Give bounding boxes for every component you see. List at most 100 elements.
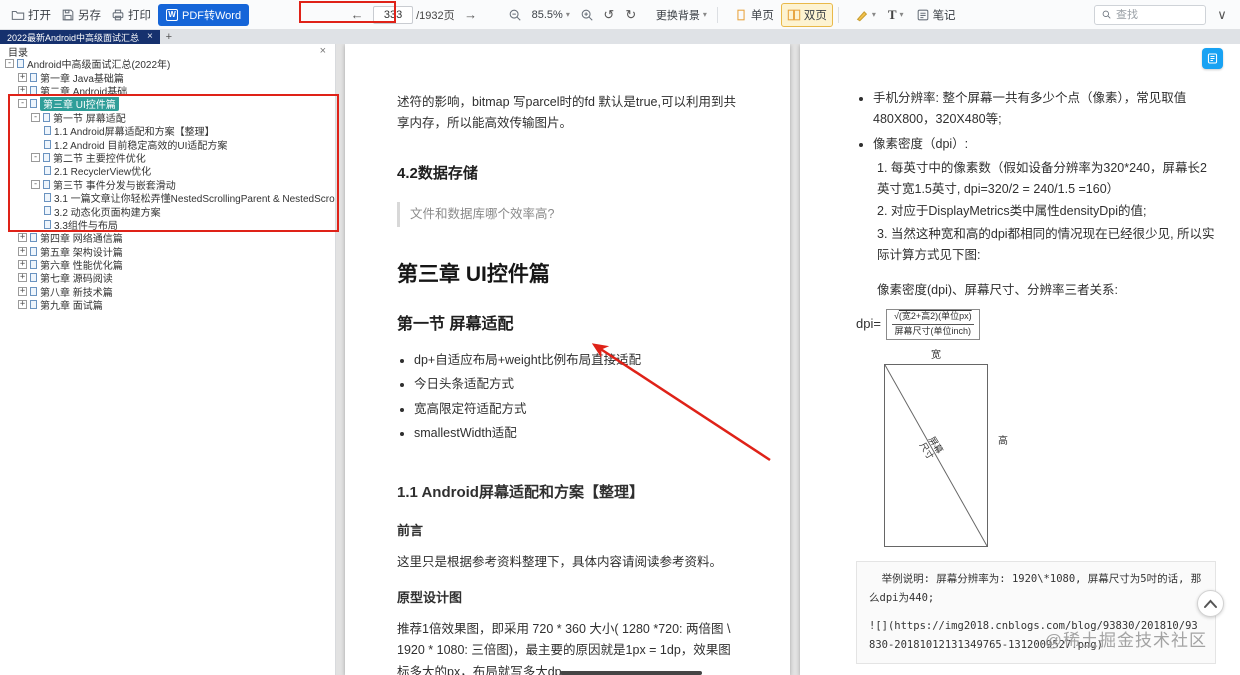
change-background-select[interactable]: 更换背景 ▾ bbox=[651, 5, 712, 25]
list-item: dp+自适应布局+weight比例布局直接适配 bbox=[414, 350, 738, 371]
document-icon bbox=[30, 247, 37, 256]
single-page-button[interactable]: 单页 bbox=[729, 4, 779, 26]
save-as-button[interactable]: 另存 bbox=[56, 4, 106, 26]
tree-toggle-icon[interactable]: - bbox=[31, 153, 40, 162]
toc-item[interactable]: + 第一章 Java基础篇 bbox=[0, 70, 335, 83]
toc-item[interactable]: - Android中高级面试汇总(2022年) bbox=[0, 57, 335, 70]
document-icon bbox=[30, 273, 37, 282]
toc-item[interactable]: 3.2 动态化页面构建方案 bbox=[0, 204, 335, 217]
toc-item[interactable]: + 第六章 性能优化篇 bbox=[0, 258, 335, 271]
document-viewport[interactable]: 述符的影响，bitmap 写parcel时的fd 默认是true,可以利用到共享… bbox=[336, 44, 1240, 675]
search-input[interactable] bbox=[1116, 9, 1199, 21]
tree-toggle-icon[interactable]: + bbox=[18, 300, 27, 309]
screen-diagram: 宽 屏幕尺寸 高 bbox=[884, 350, 1034, 547]
toc-item[interactable]: 2.1 RecyclerView优化 bbox=[0, 164, 335, 177]
open-button[interactable]: 打开 bbox=[6, 4, 56, 26]
toc-item[interactable]: - 第三章 UI控件篇 bbox=[0, 97, 335, 110]
page-number-input[interactable] bbox=[373, 6, 413, 24]
tree-toggle-icon[interactable]: + bbox=[18, 247, 27, 256]
sidebar-header: 目录 × bbox=[0, 44, 335, 57]
preface-heading: 前言 bbox=[397, 520, 738, 542]
toc-item[interactable]: + 第二章 Android基础 bbox=[0, 84, 335, 97]
print-button[interactable]: 打印 bbox=[106, 4, 156, 26]
text-tool-button[interactable]: T ▾ bbox=[883, 4, 909, 26]
next-page-button[interactable]: → bbox=[461, 4, 481, 26]
tree-toggle-icon[interactable]: + bbox=[18, 260, 27, 269]
chevron-up-icon bbox=[1203, 599, 1218, 609]
toc-item[interactable]: + 第九章 面试篇 bbox=[0, 298, 335, 311]
printer-icon bbox=[111, 8, 125, 22]
pdf-to-word-button[interactable]: W PDF转Word bbox=[158, 4, 249, 26]
toolbar-divider bbox=[838, 7, 839, 23]
list-item: smallestWidth适配 bbox=[414, 423, 738, 444]
document-icon bbox=[30, 86, 37, 95]
text-tool-icon: T bbox=[888, 7, 897, 23]
toc-item-label: 第三节 事件分发与嵌套滑动 bbox=[53, 178, 176, 191]
tree-toggle-icon[interactable]: + bbox=[18, 233, 27, 242]
toc-item[interactable]: - 第二节 主要控件优化 bbox=[0, 151, 335, 164]
formula-lhs: dpi= bbox=[856, 313, 881, 335]
floppy-icon bbox=[61, 8, 75, 22]
document-tab[interactable]: 2022最新Android中高级面试汇总 × bbox=[0, 30, 160, 44]
zoom-in-button[interactable] bbox=[577, 4, 597, 26]
change-background-label: 更换背景 bbox=[656, 7, 700, 23]
toc-item[interactable]: - 第三节 事件分发与嵌套滑动 bbox=[0, 178, 335, 191]
tree-toggle-icon[interactable]: - bbox=[31, 113, 40, 122]
toc-item[interactable]: + 第五章 架构设计篇 bbox=[0, 244, 335, 257]
page-mode-controls: 单页 双页 bbox=[729, 3, 833, 27]
double-page-label: 双页 bbox=[804, 7, 827, 23]
toc-item[interactable]: - 第一节 屏幕适配 bbox=[0, 111, 335, 124]
quote-block: 文件和数据库哪个效率高? bbox=[397, 202, 738, 227]
tree-toggle-icon[interactable]: + bbox=[18, 273, 27, 282]
new-tab-button[interactable]: + bbox=[160, 30, 178, 44]
zoom-out-icon bbox=[508, 8, 522, 22]
zoom-out-button[interactable] bbox=[505, 4, 525, 26]
toolbar-collapse-button[interactable]: ∨ bbox=[1212, 4, 1232, 26]
subsection-heading: 1.1 Android屏幕适配和方案【整理】 bbox=[397, 480, 738, 506]
search-box[interactable] bbox=[1094, 5, 1206, 25]
section-heading: 第一节 屏幕适配 bbox=[397, 311, 738, 338]
numbered-line: 1. 每英寸中的像素数（假如设备分辨率为320*240，屏幕长2英寸宽1.5英寸… bbox=[856, 158, 1216, 201]
search-icon bbox=[1101, 9, 1112, 20]
highlighter-tool-button[interactable]: ▾ bbox=[850, 5, 881, 25]
tree-toggle-icon[interactable]: - bbox=[18, 99, 27, 108]
double-page-button[interactable]: 双页 bbox=[781, 3, 833, 27]
scroll-to-top-button[interactable] bbox=[1197, 590, 1224, 617]
notes-fab[interactable] bbox=[1202, 48, 1223, 69]
undo-button[interactable]: ↺ bbox=[599, 4, 619, 26]
double-page-icon bbox=[787, 8, 801, 22]
prototype-heading: 原型设计图 bbox=[397, 587, 738, 609]
toc-item[interactable]: 1.1 Android屏幕适配和方案【整理】 bbox=[0, 124, 335, 137]
tree-toggle-icon[interactable]: + bbox=[18, 287, 27, 296]
toc-item[interactable]: + 第七章 源码阅读 bbox=[0, 271, 335, 284]
document-icon bbox=[30, 300, 37, 309]
tree-toggle-icon[interactable]: + bbox=[18, 86, 27, 95]
document-icon bbox=[44, 206, 51, 215]
tree-toggle-icon[interactable]: - bbox=[5, 59, 14, 68]
toc-item[interactable]: + 第八章 新技术篇 bbox=[0, 285, 335, 298]
prev-page-button[interactable]: ← bbox=[347, 4, 367, 26]
page-navigation: ← /1932页 → bbox=[347, 4, 481, 26]
toc-item[interactable]: 3.1 一篇文章让你轻松弄懂NestedScrollingParent & Ne… bbox=[0, 191, 335, 204]
toc-sidebar: 目录 × - Android中高级面试汇总(2022年) + 第一章 Java基… bbox=[0, 44, 336, 675]
zoom-level-select[interactable]: 85.5% ▾ bbox=[527, 7, 575, 23]
toc-item[interactable]: 1.2 Android 目前稳定高效的UI适配方案 bbox=[0, 137, 335, 150]
tree-toggle-icon[interactable]: - bbox=[31, 180, 40, 189]
tree-toggle-icon[interactable]: + bbox=[18, 73, 27, 82]
toc-item[interactable]: + 第四章 网络通信篇 bbox=[0, 231, 335, 244]
formula-fraction: √ (宽2+高2)(单位px) 屏幕尺寸(单位inch) bbox=[886, 309, 980, 339]
toc-item[interactable]: 3.3组件与布局 bbox=[0, 218, 335, 231]
zoom-controls: 85.5% ▾ ↺ ↻ bbox=[505, 4, 641, 26]
tab-close-icon[interactable]: × bbox=[147, 32, 153, 42]
sidebar-close-icon[interactable]: × bbox=[320, 46, 326, 57]
single-page-icon bbox=[734, 8, 748, 22]
relation-text: 像素密度(dpi)、屏幕尺寸、分辨率三者关系: bbox=[856, 280, 1216, 301]
toc-item-label: 第九章 面试篇 bbox=[40, 298, 103, 311]
screen-params-list: 手机分辨率: 整个屏幕一共有多少个点（像素），常见取值 480X800，320X… bbox=[873, 88, 1216, 155]
toc-item-label: 第六章 性能优化篇 bbox=[40, 258, 123, 271]
heading-data-storage: 4.2数据存储 bbox=[397, 161, 738, 187]
horizontal-scrollbar-thumb[interactable] bbox=[560, 671, 702, 675]
document-icon bbox=[30, 73, 37, 82]
redo-button[interactable]: ↻ bbox=[621, 4, 641, 26]
note-button[interactable]: 笔记 bbox=[911, 4, 961, 26]
